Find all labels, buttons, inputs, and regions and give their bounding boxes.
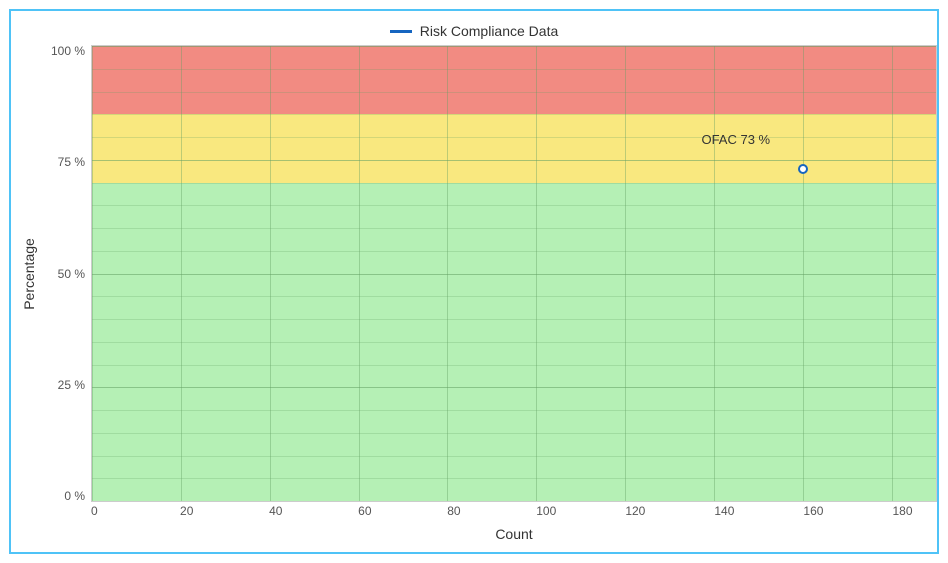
grid-h-minor: [92, 137, 936, 138]
x-axis-label: Count: [47, 522, 937, 542]
ofac-data-label: OFAC 73 %: [701, 132, 770, 147]
x-ticks-container: 020406080100120140160180: [91, 502, 937, 522]
grid-h-minor: [92, 251, 936, 252]
grid-h-minor: [92, 92, 936, 93]
y-ticks: 100 % 75 % 50 % 25 % 0 %: [47, 45, 91, 502]
grid-h-minor: [92, 433, 936, 434]
grid-h-minor: [92, 69, 936, 70]
grid-h-minor: [92, 46, 936, 47]
ofac-data-point: [798, 164, 808, 174]
grid-h-minor: [92, 114, 936, 115]
grid-h-minor: [92, 410, 936, 411]
chart-container: Risk Compliance Data Percentage 100 % 75 …: [9, 9, 939, 554]
chart-title: Risk Compliance Data: [420, 23, 559, 39]
grid-h-minor: [92, 160, 936, 161]
y-tick-label: 75 %: [58, 156, 85, 168]
grid-h-minor: [92, 456, 936, 457]
plot-canvas: OFAC 73 %: [91, 45, 937, 502]
chart-plot-area: 100 % 75 % 50 % 25 % 0 % OFAC 73 % 020406080…: [47, 45, 937, 542]
grid-h-minor: [92, 478, 936, 479]
y-tick-label: 0 %: [64, 490, 85, 502]
legend-line-icon: [390, 30, 412, 33]
grid-v: [447, 46, 448, 501]
grid-v: [536, 46, 537, 501]
grid-h-minor: [92, 274, 936, 275]
grid-h-minor: [92, 342, 936, 343]
y-axis-text: Percentage: [21, 238, 37, 310]
grid-h-minor: [92, 228, 936, 229]
zone-red: [92, 46, 936, 114]
grid-v: [92, 46, 93, 501]
grid-v: [803, 46, 804, 501]
grid-v: [625, 46, 626, 501]
grid-v: [270, 46, 271, 501]
y-axis-label: Percentage: [11, 45, 47, 542]
y-tick-label: 50 %: [58, 268, 85, 280]
y-tick-label: 25 %: [58, 379, 85, 391]
grid-h-minor: [92, 296, 936, 297]
y-tick-label: 100 %: [51, 45, 85, 57]
chart-legend: Risk Compliance Data: [390, 23, 559, 39]
grid-h-minor: [92, 183, 936, 184]
plot-with-yticks: 100 % 75 % 50 % 25 % 0 % OFAC 73 %: [47, 45, 937, 502]
grid-h-minor: [92, 205, 936, 206]
zone-yellow: [92, 114, 936, 182]
grid-h-minor: [92, 319, 936, 320]
chart-inner: Percentage 100 % 75 % 50 % 25 % 0 % OFAC 73 …: [11, 45, 937, 552]
grid-v: [359, 46, 360, 501]
grid-v: [892, 46, 893, 501]
grid-h-minor: [92, 365, 936, 366]
grid-v: [181, 46, 182, 501]
grid-h-minor: [92, 387, 936, 388]
x-ticks: 020406080100120140160180: [91, 502, 937, 522]
grid-v: [714, 46, 715, 501]
